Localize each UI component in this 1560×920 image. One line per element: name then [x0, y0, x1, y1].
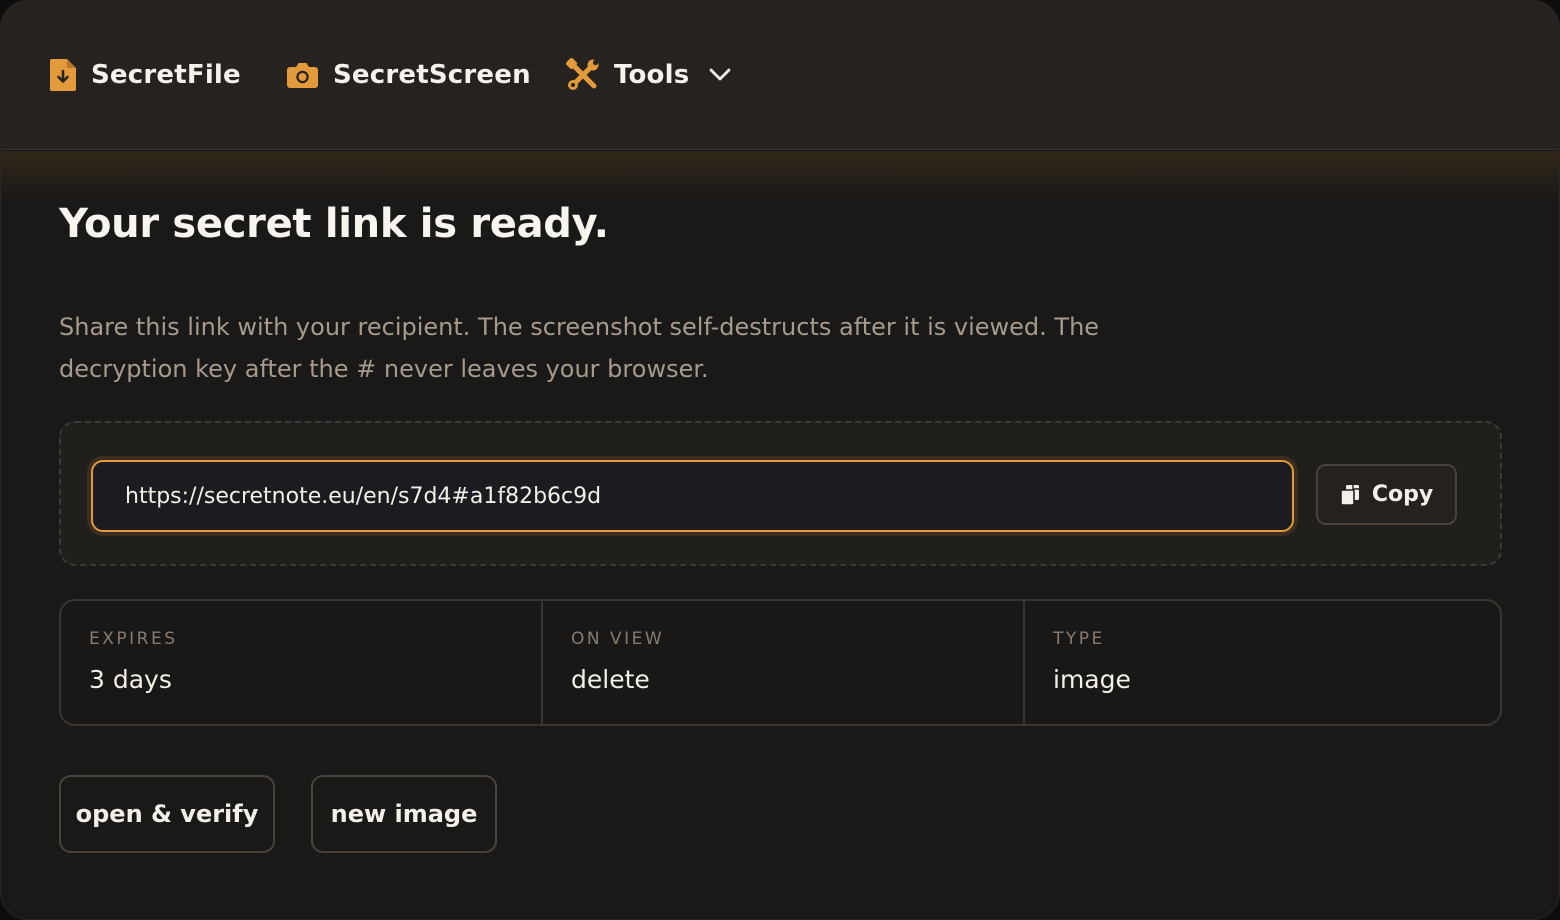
file-download-icon	[49, 58, 77, 92]
header-glow	[1, 151, 1559, 201]
chevron-down-icon	[709, 68, 731, 82]
detail-label: ON VIEW	[571, 629, 665, 649]
detail-value: 3 days	[89, 665, 172, 694]
open-verify-button[interactable]: open & verify	[59, 775, 275, 853]
nav-item-tools[interactable]: Tools	[566, 53, 731, 97]
nav-item-label: SecretScreen	[333, 60, 531, 90]
secret-link-field[interactable]	[91, 460, 1294, 532]
copy-button-label: Copy	[1371, 482, 1434, 507]
top-navigation: SecretFile SecretScreen Tools	[1, 1, 1559, 150]
copy-button[interactable]: Copy	[1316, 464, 1457, 525]
page-description: Share this link with your recipient. The…	[59, 313, 1100, 383]
nav-item-secretfile[interactable]: SecretFile	[49, 53, 241, 97]
tools-icon	[566, 58, 600, 92]
new-image-button[interactable]: new image	[311, 775, 497, 853]
detail-value: image	[1053, 665, 1131, 694]
detail-expires: EXPIRES 3 days	[61, 601, 541, 724]
detail-type: TYPE image	[1023, 601, 1500, 724]
detail-label: EXPIRES	[89, 629, 178, 649]
detail-value: delete	[571, 665, 650, 694]
detail-on-view: ON VIEW delete	[541, 601, 1023, 724]
link-details: EXPIRES 3 days ON VIEW delete TYPE image	[59, 599, 1502, 726]
copy-icon	[1340, 484, 1360, 506]
nav-item-label: Tools	[614, 60, 690, 90]
page-title: Your secret link is ready.	[59, 201, 609, 247]
app-window: SecretFile SecretScreen Tools Your secre…	[0, 0, 1560, 920]
nav-item-label: SecretFile	[91, 60, 241, 90]
detail-label: TYPE	[1053, 629, 1105, 649]
camera-icon	[286, 61, 319, 89]
link-panel: Copy	[59, 421, 1502, 566]
nav-item-secretscreen[interactable]: SecretScreen	[286, 53, 531, 97]
